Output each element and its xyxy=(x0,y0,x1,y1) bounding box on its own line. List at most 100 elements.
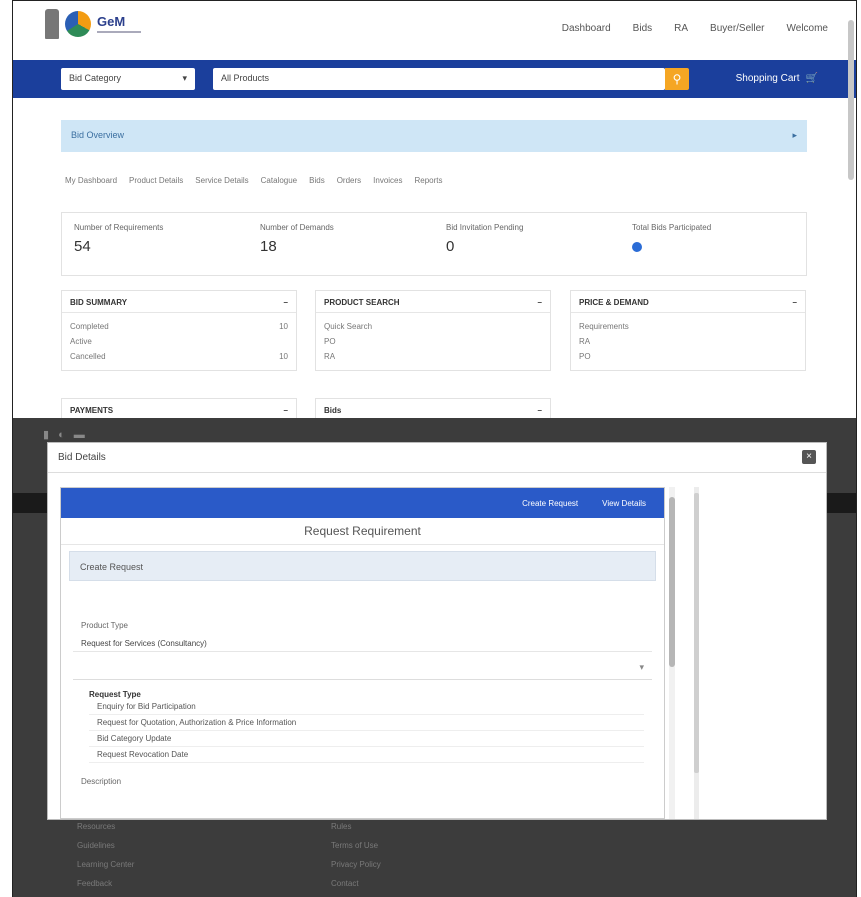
tab-catalogue[interactable]: Catalogue xyxy=(261,176,297,185)
panel-header[interactable]: PRICE & DEMAND – xyxy=(571,291,805,313)
tab-product-details[interactable]: Product Details xyxy=(129,176,183,185)
stat-participated[interactable]: Total Bids Participated xyxy=(620,213,806,275)
panel-title: PRODUCT SEARCH xyxy=(324,298,400,307)
category-select-value: Bid Category xyxy=(69,73,122,83)
stat-invitations[interactable]: Bid Invitation Pending 0 xyxy=(434,213,620,275)
tab-bids[interactable]: Bids xyxy=(309,176,325,185)
minimize-icon[interactable]: – xyxy=(793,298,797,307)
form-title: Request Requirement xyxy=(61,518,664,545)
tab-dashboard[interactable]: My Dashboard xyxy=(65,176,117,185)
stat-requirements[interactable]: Number of Requirements 54 xyxy=(62,213,248,275)
search-input-placeholder: All Products xyxy=(221,73,270,83)
chevron-down-icon: ▾ xyxy=(182,73,187,83)
chevron-right-icon: ▸ xyxy=(792,130,797,140)
logo-underline xyxy=(97,30,141,33)
footer-link[interactable]: Terms of Use xyxy=(331,841,381,850)
request-type-option[interactable]: Request for Quotation, Authorization & P… xyxy=(89,715,644,731)
panel-header[interactable]: BID SUMMARY – xyxy=(62,291,296,313)
list-item[interactable]: RA xyxy=(316,349,550,364)
list-item[interactable]: RA xyxy=(571,334,805,349)
list-item[interactable]: Requirements xyxy=(571,319,805,334)
panel-title: PRICE & DEMAND xyxy=(579,298,649,307)
row-label: Requirements xyxy=(579,322,629,331)
scroll-thumb[interactable] xyxy=(669,497,675,667)
stat-value: 0 xyxy=(446,238,455,255)
footer-link[interactable]: Contact xyxy=(331,879,381,888)
stat-label: Total Bids Participated xyxy=(632,223,712,232)
list-item[interactable]: Cancelled 10 xyxy=(62,349,296,364)
list-item[interactable]: Completed 10 xyxy=(62,319,296,334)
create-request-button[interactable]: Create Request xyxy=(522,499,578,508)
request-type-option[interactable]: Request Revocation Date xyxy=(89,747,644,763)
bid-banner[interactable]: Bid Overview ▸ xyxy=(61,120,807,152)
tab-invoices[interactable]: Invoices xyxy=(373,176,402,185)
emblem-icon xyxy=(45,9,59,39)
row-label: PO xyxy=(324,337,336,346)
view-details-button[interactable]: View Details xyxy=(602,499,646,508)
tab-orders[interactable]: Orders xyxy=(337,176,361,185)
minimize-icon[interactable]: – xyxy=(284,406,288,415)
request-type-select[interactable]: ▾ xyxy=(73,662,652,680)
panel-product-search: PRODUCT SEARCH – Quick Search PO RA xyxy=(315,290,551,371)
modal-scrollbar[interactable] xyxy=(669,487,675,819)
cart-button[interactable]: Shopping Cart 🛒 xyxy=(736,73,818,84)
footer-link[interactable]: Rules xyxy=(331,822,381,831)
category-select[interactable]: Bid Category ▾ xyxy=(61,68,195,90)
request-type-option[interactable]: Enquiry for Bid Participation xyxy=(89,699,644,715)
row-label: Active xyxy=(70,337,92,346)
panel-title: Bids xyxy=(324,406,342,415)
search-input[interactable]: All Products xyxy=(213,68,665,90)
search-icon: ⚲ xyxy=(672,72,682,86)
footer-link[interactable]: Guidelines xyxy=(77,841,134,850)
panel-header[interactable]: PRODUCT SEARCH – xyxy=(316,291,550,313)
stat-value: 18 xyxy=(260,238,277,255)
app-frame: GeM Dashboard Bids RA Buyer/Seller Welco… xyxy=(12,0,857,897)
close-icon[interactable]: × xyxy=(802,450,816,464)
accordion-create-request[interactable]: Create Request xyxy=(69,551,656,581)
modal-action-bar: Create Request View Details xyxy=(61,488,664,518)
row-value: 10 xyxy=(279,352,288,361)
tab-reports[interactable]: Reports xyxy=(415,176,443,185)
minimize-icon[interactable]: – xyxy=(538,298,542,307)
stat-label: Number of Demands xyxy=(260,223,334,232)
footer-link[interactable]: Learning Center xyxy=(77,860,134,869)
nav-bids[interactable]: Bids xyxy=(633,23,652,34)
panel-title: BID SUMMARY xyxy=(70,298,128,307)
minimize-icon[interactable]: – xyxy=(538,406,542,415)
panel-price-demand: PRICE & DEMAND – Requirements RA PO xyxy=(570,290,806,371)
product-type-label: Product Type xyxy=(81,621,128,630)
list-item[interactable]: PO xyxy=(316,334,550,349)
stat-label: Bid Invitation Pending xyxy=(446,223,524,232)
stat-label: Number of Requirements xyxy=(74,223,164,232)
product-type-field[interactable]: Request for Services (Consultancy) xyxy=(73,636,652,652)
stat-value: 54 xyxy=(74,238,91,255)
row-label: RA xyxy=(579,337,591,346)
footer-link[interactable]: Feedback xyxy=(77,879,134,888)
nav-dashboard[interactable]: Dashboard xyxy=(562,23,611,34)
tab-service-details[interactable]: Service Details xyxy=(195,176,248,185)
nav-ra[interactable]: RA xyxy=(674,23,688,34)
list-item[interactable]: PO xyxy=(571,349,805,364)
minimize-icon[interactable]: – xyxy=(284,298,288,307)
modal-backdrop[interactable]: ▮ ◐ ▬ Resources Guidelines Learning Cent… xyxy=(13,418,856,897)
page-scrollbar[interactable] xyxy=(848,20,854,180)
outer-scrollbar[interactable] xyxy=(694,487,699,819)
nav-user-menu[interactable]: Welcome xyxy=(787,23,829,34)
list-item[interactable]: Quick Search xyxy=(316,319,550,334)
cart-icon: 🛒 xyxy=(805,73,818,84)
footer-column-resources: Resources Guidelines Learning Center Fee… xyxy=(77,822,134,897)
stat-demands[interactable]: Number of Demands 18 xyxy=(248,213,434,275)
bid-banner-text: Bid Overview xyxy=(71,130,125,140)
footer-link[interactable]: Resources xyxy=(77,822,134,831)
modal-content: Create Request View Details Request Requ… xyxy=(60,487,665,819)
row-value: 10 xyxy=(279,322,288,331)
nav-buyer-seller[interactable]: Buyer/Seller xyxy=(710,23,764,34)
status-dot-icon xyxy=(632,242,642,252)
scroll-thumb[interactable] xyxy=(694,493,699,773)
list-item[interactable]: Active xyxy=(62,334,296,349)
gem-logo[interactable]: GeM xyxy=(45,9,141,39)
row-label: RA xyxy=(324,352,336,361)
search-button[interactable]: ⚲ xyxy=(665,68,689,90)
request-type-option[interactable]: Bid Category Update xyxy=(89,731,644,747)
footer-link[interactable]: Privacy Policy xyxy=(331,860,381,869)
